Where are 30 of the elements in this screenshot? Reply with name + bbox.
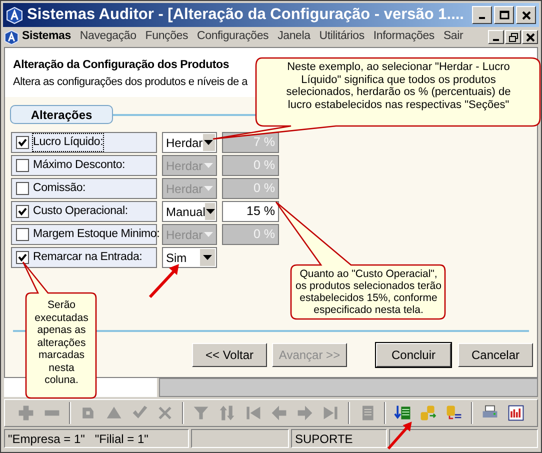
menu-item[interactable]: Janela	[278, 28, 310, 46]
checkbox-row[interactable]: Lucro Líquido:	[11, 132, 157, 153]
dropdown[interactable]: Herdar	[162, 132, 217, 153]
status-field: "Empresa = 1" "Filial = 1"	[4, 429, 189, 448]
checkbox-row[interactable]: Comissão:	[11, 178, 157, 199]
callout-text: Quanto ao "Custo Operacial", os produtos selecionados terão estabelecidos 15%, conforme especificado nesta tela.	[295, 268, 442, 316]
wizard-button[interactable]: << Voltar	[192, 342, 267, 366]
wizard-button[interactable]: Cancelar	[458, 342, 533, 366]
menu-item[interactable]: Sair	[443, 28, 464, 46]
callout-text: Serão executadas apenas as alterações marcadas nesta coluna.	[34, 299, 90, 386]
status-field: SUPORTE	[291, 429, 387, 448]
page-heading: Alteração da Configuração dos Produtos	[13, 58, 230, 73]
menu-item[interactable]: Sistemas	[22, 28, 71, 46]
menu-item[interactable]: Configurações	[197, 28, 269, 46]
checkbox-row[interactable]: Remarcar na Entrada:	[11, 247, 157, 268]
checkbox-row[interactable]: Custo Operacional:	[11, 201, 157, 222]
menu-item[interactable]: Navegação	[80, 28, 136, 46]
checkbox-row[interactable]: Margem Estoque Minimo:	[11, 224, 157, 245]
callout-text: Neste exemplo, ao selecionar "Herdar - Lucro Líquido" significa que todos os produtos selecionados, herdarão os % (percentuais) de lucro estabelecidos nas respectivas "Seções"	[285, 61, 512, 111]
dropdown[interactable]: Manual	[162, 201, 217, 222]
menu-item[interactable]: Utilitários	[319, 28, 364, 46]
menu-item[interactable]: Informações	[373, 28, 434, 46]
page-description: Altera as configurações dos produtos e níveis de a	[13, 75, 248, 90]
percent-field[interactable]: 15 %	[222, 201, 279, 222]
menu-item[interactable]: Funções	[145, 28, 188, 46]
wizard-button[interactable]: Concluir	[376, 342, 451, 366]
section-tab[interactable]: Alterações	[10, 105, 113, 124]
checkbox-row[interactable]: Máximo Desconto:	[11, 155, 157, 176]
dropdown[interactable]: Sim	[162, 247, 217, 268]
window-title: Sistemas Auditor - [Alteração da Configuração - versão 1....	[27, 5, 465, 26]
